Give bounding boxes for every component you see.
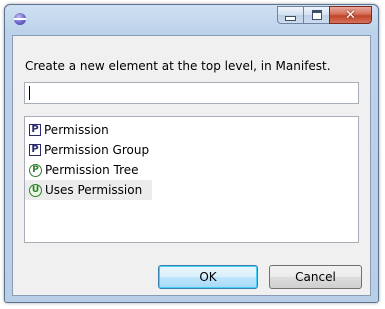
list-item-label: Uses Permission (45, 183, 143, 197)
dialog-window: ✕ Create a new element at the top level,… (4, 4, 379, 303)
maximize-icon (311, 10, 322, 20)
list-item-permission[interactable]: P Permission (25, 120, 119, 140)
list-item-permission-tree[interactable]: P Permission Tree (25, 160, 149, 180)
list-item-label: Permission (44, 123, 109, 137)
minimize-button[interactable] (277, 6, 303, 24)
ok-button[interactable]: OK (158, 265, 258, 289)
title-bar[interactable]: ✕ (5, 5, 378, 35)
dialog-client-area: Create a new element at the top level, i… (12, 35, 371, 296)
close-button[interactable]: ✕ (329, 6, 372, 24)
minimize-icon (285, 16, 296, 21)
list-item-permission-group[interactable]: P Permission Group (25, 140, 159, 160)
cancel-button[interactable]: Cancel (269, 265, 362, 289)
list-item-label: Permission Tree (45, 163, 139, 177)
eclipse-icon[interactable] (14, 13, 26, 25)
filter-input[interactable] (24, 82, 359, 104)
list-item-label: Permission Group (44, 143, 150, 157)
maximize-button[interactable] (303, 6, 329, 24)
close-icon: ✕ (345, 7, 356, 23)
uses-permission-icon: U (29, 183, 42, 197)
list-item-uses-permission[interactable]: U Uses Permission (25, 180, 153, 200)
permission-icon: P (29, 124, 41, 136)
element-list[interactable]: P Permission P Permission Group P Permis… (24, 116, 359, 243)
text-caret (29, 86, 30, 100)
permission-tree-icon: P (29, 163, 42, 177)
caption-buttons: ✕ (277, 6, 372, 25)
dialog-message: Create a new element at the top level, i… (25, 59, 331, 73)
permission-group-icon: P (29, 144, 41, 156)
